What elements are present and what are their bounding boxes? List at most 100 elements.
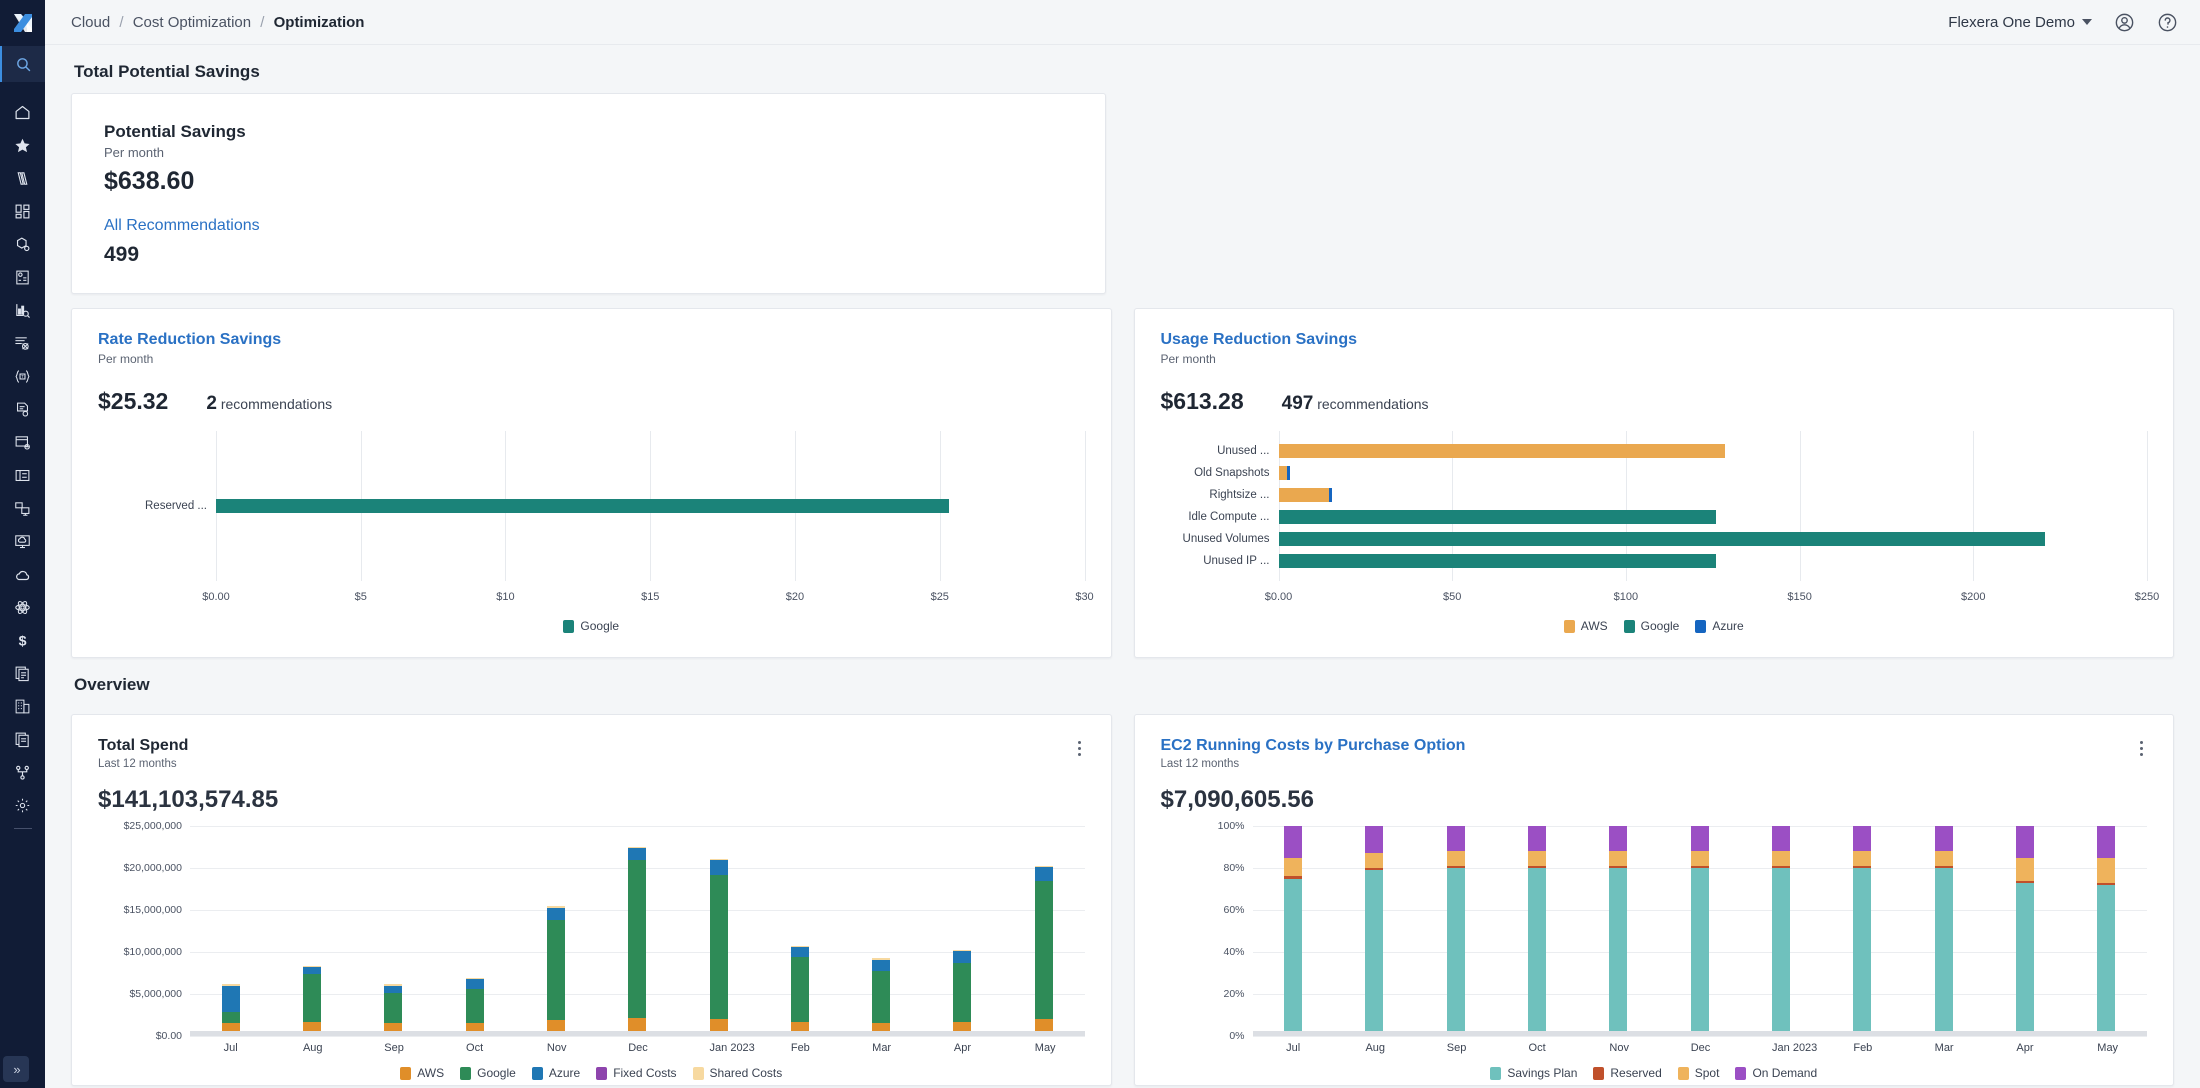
breadcrumb-item-cloud[interactable]: Cloud — [71, 14, 110, 31]
kebab-menu-icon[interactable] — [2136, 737, 2147, 760]
chart-bar-segment[interactable] — [547, 920, 565, 1020]
chart-bar[interactable] — [1365, 826, 1383, 1036]
chart-bar-segment[interactable] — [1691, 851, 1709, 866]
legend-item[interactable]: Reserved — [1593, 1066, 1661, 1080]
chart-bar[interactable] — [1447, 826, 1465, 1036]
chart-bar-segment[interactable] — [628, 860, 646, 1018]
chart-bar[interactable] — [953, 950, 971, 1036]
chart-bar-segment[interactable] — [1447, 868, 1465, 1036]
account-circle-icon[interactable] — [2114, 12, 2135, 33]
breadcrumb-item-cost-optimization[interactable]: Cost Optimization — [133, 14, 251, 31]
chart-bar-segment[interactable] — [872, 971, 890, 1022]
sidebar-item-documents[interactable] — [0, 723, 45, 756]
chart-bar-segment[interactable] — [1279, 466, 1288, 480]
chart-bar-segment[interactable] — [384, 993, 402, 1023]
legend-item[interactable]: Fixed Costs — [596, 1066, 676, 1080]
chart-bar-segment[interactable] — [222, 1012, 240, 1023]
chart-bar-segment[interactable] — [1853, 868, 1871, 1036]
chart-bar-segment[interactable] — [1365, 853, 1383, 868]
chart-bar-segment[interactable] — [1035, 867, 1053, 880]
chart-bar[interactable] — [1528, 826, 1546, 1036]
chart-bar-segment[interactable] — [1772, 868, 1790, 1036]
sidebar-item-devices[interactable] — [0, 492, 45, 525]
chart-bar-segment[interactable] — [1935, 826, 1953, 851]
sidebar-item-reports[interactable] — [0, 657, 45, 690]
chart-bar-segment[interactable] — [1284, 879, 1302, 1037]
chart-bar-segment[interactable] — [222, 986, 240, 1012]
chart-bar[interactable] — [1284, 826, 1302, 1036]
chart-bar[interactable] — [466, 978, 484, 1036]
chart-bar-segment[interactable] — [1365, 826, 1383, 853]
chart-bar-segment[interactable] — [303, 974, 321, 1022]
chart-bar-segment[interactable] — [628, 848, 646, 861]
chart-bar[interactable] — [628, 847, 646, 1036]
chart-bar-segment[interactable] — [1691, 826, 1709, 851]
rate-reduction-title[interactable]: Rate Reduction Savings — [98, 331, 1085, 349]
chart-scrollbar[interactable] — [190, 1031, 1085, 1036]
chart-bar-segment[interactable] — [2097, 885, 2115, 1036]
sidebar-item-applications[interactable] — [0, 195, 45, 228]
chart-bar-row[interactable]: Unused Volumes — [1161, 528, 2148, 550]
chart-bar-segment[interactable] — [1935, 868, 1953, 1036]
usage-reduction-title[interactable]: Usage Reduction Savings — [1161, 331, 2148, 349]
chart-bar-segment[interactable] — [466, 989, 484, 1023]
sidebar-expand-button[interactable]: » — [3, 1056, 29, 1082]
chart-bar-segment[interactable] — [2016, 826, 2034, 858]
chart-bar-segment[interactable] — [1365, 870, 1383, 1036]
sidebar-item-inventory[interactable] — [0, 459, 45, 492]
sidebar-item-settings[interactable] — [0, 789, 45, 822]
chart-bar-segment[interactable] — [1528, 851, 1546, 866]
sidebar-item-web[interactable] — [0, 426, 45, 459]
chart-bar-segment[interactable] — [1329, 488, 1332, 502]
chart-bar-segment[interactable] — [1772, 851, 1790, 866]
chart-bar-segment[interactable] — [303, 967, 321, 974]
chart-bar-segment[interactable] — [1279, 532, 2045, 546]
chart-bar-segment[interactable] — [547, 908, 565, 921]
chart-bar-segment[interactable] — [1447, 851, 1465, 866]
chart-bar-segment[interactable] — [710, 860, 728, 874]
chart-bar[interactable] — [222, 984, 240, 1036]
chart-bar-segment[interactable] — [1609, 851, 1627, 866]
all-recommendations-link[interactable]: All Recommendations — [104, 217, 1073, 235]
chart-bar-segment[interactable] — [1284, 826, 1302, 858]
sidebar-item-cost-optimization[interactable]: $ — [0, 624, 45, 657]
legend-item[interactable]: Azure — [532, 1066, 580, 1080]
chart-bar-segment[interactable] — [953, 951, 971, 963]
chart-bar-segment[interactable] — [466, 979, 484, 989]
chart-bar-segment[interactable] — [2097, 858, 2115, 883]
chart-bar-segment[interactable] — [791, 957, 809, 1022]
chart-bar[interactable] — [2097, 826, 2115, 1036]
legend-item[interactable]: AWS — [400, 1066, 444, 1080]
ec2-title[interactable]: EC2 Running Costs by Purchase Option — [1161, 737, 1466, 755]
chart-bar-segment[interactable] — [953, 963, 971, 1022]
legend-item[interactable]: Shared Costs — [693, 1066, 783, 1080]
chart-bar-segment[interactable] — [1772, 826, 1790, 851]
chart-bar-row[interactable]: Reserved ... — [98, 495, 1085, 517]
chart-bar-segment[interactable] — [2097, 826, 2115, 858]
sidebar-item-templates[interactable]: T — [0, 360, 45, 393]
sidebar-item-cloud-management[interactable] — [0, 525, 45, 558]
legend-item[interactable]: Savings Plan — [1490, 1066, 1577, 1080]
chart-bar-segment[interactable] — [1853, 826, 1871, 851]
chart-bar-segment[interactable] — [1279, 554, 1717, 568]
chart-bar[interactable] — [791, 946, 809, 1036]
chart-bar-segment[interactable] — [1279, 488, 1329, 502]
sidebar-item-vulnerabilities[interactable] — [0, 327, 45, 360]
chart-bar[interactable] — [1853, 826, 1871, 1036]
chart-bar-segment[interactable] — [1691, 868, 1709, 1036]
legend-item[interactable]: On Demand — [1735, 1066, 1817, 1080]
sidebar-item-library[interactable] — [0, 162, 45, 195]
chart-bar[interactable] — [1609, 826, 1627, 1036]
chart-bar-segment[interactable] — [384, 986, 402, 994]
chart-bar-segment[interactable] — [1935, 851, 1953, 866]
flexera-x-logo[interactable] — [0, 0, 45, 46]
chart-bar[interactable] — [1935, 826, 1953, 1036]
chart-bar-segment[interactable] — [1284, 858, 1302, 877]
chart-bar-segment[interactable] — [1279, 444, 1725, 458]
chart-bar-segment[interactable] — [1447, 826, 1465, 851]
chart-bar-segment[interactable] — [872, 960, 890, 972]
chart-bar[interactable] — [710, 859, 728, 1036]
sidebar-item-topology[interactable] — [0, 228, 45, 261]
sidebar-item-analytics[interactable] — [0, 294, 45, 327]
legend-item[interactable]: Azure — [1695, 619, 1743, 633]
